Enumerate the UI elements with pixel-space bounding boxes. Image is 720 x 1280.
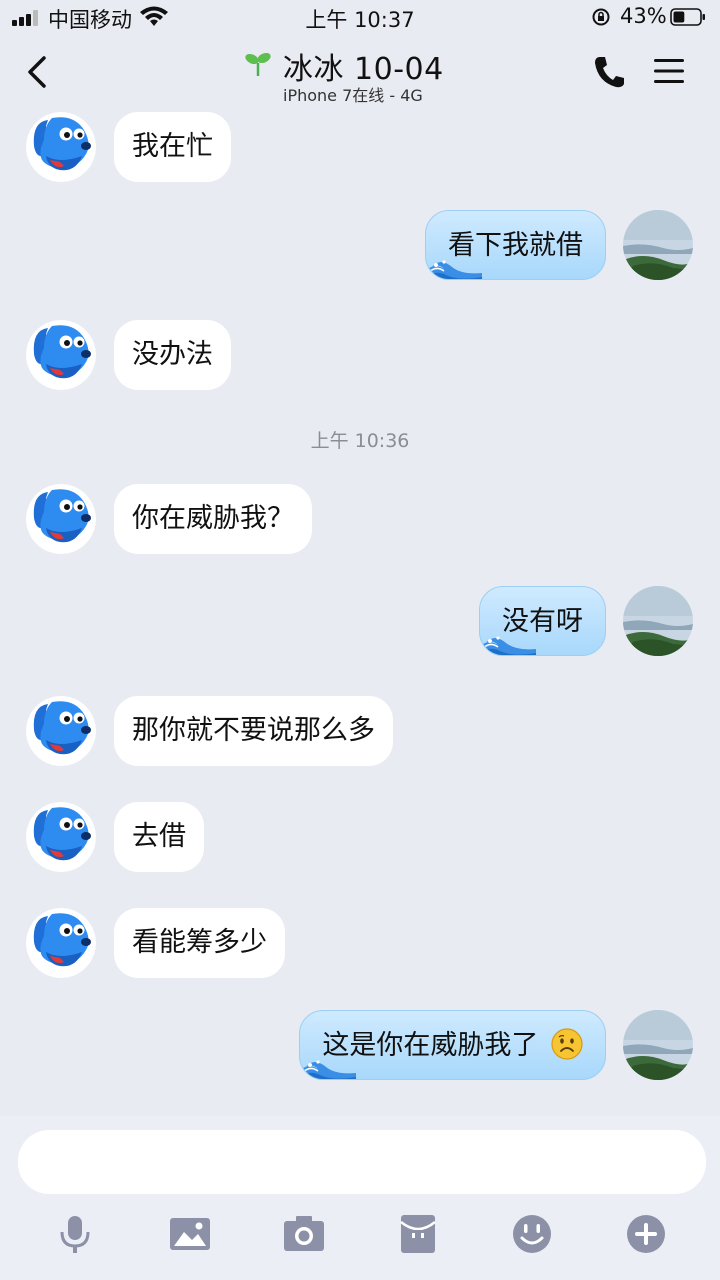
sprout-icon	[245, 52, 271, 76]
my-avatar[interactable]	[623, 210, 693, 280]
chat-header: 冰冰 10-04 iPhone 7在线 - 4G	[0, 36, 720, 112]
chevron-left-icon[interactable]	[22, 52, 52, 92]
message-bubble[interactable]: 这是你在威胁我了	[299, 1010, 606, 1080]
outgoing-message: 看下我就借	[0, 210, 720, 282]
plus-icon[interactable]	[624, 1212, 668, 1256]
message-text: 没有呀	[502, 606, 583, 637]
message-text: 看下我就借	[448, 230, 583, 261]
outgoing-message: 这是你在威胁我了	[0, 1010, 720, 1082]
menu-icon[interactable]	[652, 56, 686, 86]
outgoing-message: 没有呀	[0, 586, 720, 658]
incoming-message: 没办法	[0, 320, 720, 392]
incoming-message: 看能筹多少	[0, 908, 720, 980]
contact-avatar[interactable]	[26, 696, 96, 766]
incoming-message: 我在忙	[0, 112, 720, 184]
message-bubble[interactable]: 去借	[114, 802, 204, 872]
message-bubble[interactable]: 我在忙	[114, 112, 231, 182]
message-bubble[interactable]: 没有呀	[479, 586, 606, 656]
message-text: 那你就不要说那么多	[132, 715, 375, 746]
message-text: 看能筹多少	[132, 927, 267, 958]
contact-avatar[interactable]	[26, 908, 96, 978]
frowning-face-emoji	[551, 1028, 583, 1060]
my-avatar[interactable]	[623, 1010, 693, 1080]
battery-icon	[670, 8, 705, 26]
message-text: 你在威胁我？	[132, 503, 294, 534]
contact-avatar[interactable]	[26, 320, 96, 390]
contact-avatar[interactable]	[26, 484, 96, 554]
image-icon[interactable]	[168, 1212, 212, 1256]
status-time: 上午 10:37	[305, 8, 415, 32]
rotation-lock-icon	[592, 8, 610, 26]
input-toolbar	[0, 1212, 720, 1262]
message-text: 去借	[132, 821, 186, 852]
camera-icon[interactable]	[282, 1212, 326, 1256]
message-bubble[interactable]: 那你就不要说那么多	[114, 696, 393, 766]
phone-icon[interactable]	[592, 54, 626, 90]
my-avatar[interactable]	[623, 586, 693, 656]
incoming-message: 你在威胁我？	[0, 484, 720, 556]
incoming-message: 那你就不要说那么多	[0, 696, 720, 768]
red-packet-icon[interactable]	[396, 1212, 440, 1256]
message-list[interactable]: 我在忙 看下我就借 没办法上午 10:36 你在威胁我？ 没有呀 那你就不要说那…	[0, 112, 720, 1116]
message-text: 没办法	[132, 339, 213, 370]
contact-avatar[interactable]	[26, 112, 96, 182]
message-bubble[interactable]: 没办法	[114, 320, 231, 390]
message-input[interactable]	[18, 1130, 706, 1194]
contact-avatar[interactable]	[26, 802, 96, 872]
microphone-icon[interactable]	[53, 1212, 97, 1256]
input-panel	[0, 1116, 720, 1280]
message-bubble[interactable]: 你在威胁我？	[114, 484, 312, 554]
incoming-message: 去借	[0, 802, 720, 874]
message-text: 我在忙	[132, 131, 213, 162]
chat-timestamp: 上午 10:36	[310, 430, 410, 452]
status-bar: 中国移动 上午 10:37 43%	[0, 0, 720, 36]
emoji-icon[interactable]	[510, 1212, 554, 1256]
message-bubble[interactable]: 看下我就借	[425, 210, 606, 280]
battery-percent: 43%	[620, 4, 667, 28]
contact-online-status: iPhone 7在线 - 4G	[283, 86, 423, 105]
message-text: 这是你在威胁我了	[322, 1030, 539, 1061]
message-bubble[interactable]: 看能筹多少	[114, 908, 285, 978]
